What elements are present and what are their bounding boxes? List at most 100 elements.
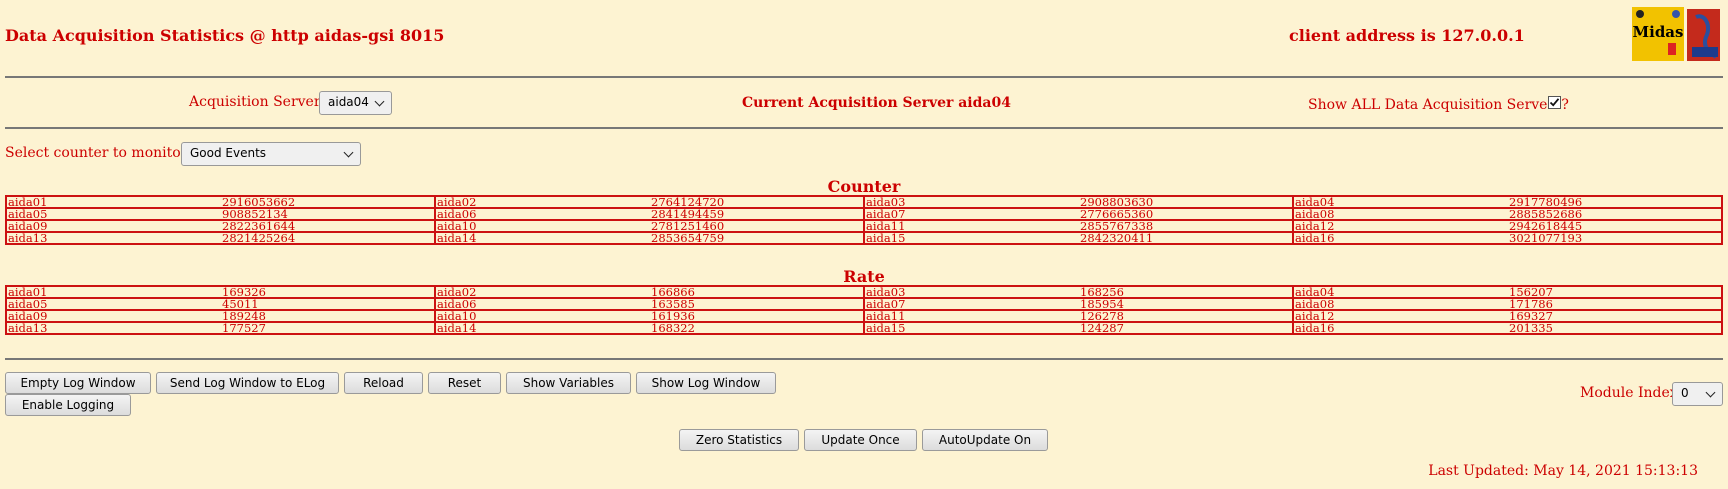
value-cell: 2842320411 [1079,231,1294,245]
counter-section-title: Counter [827,177,901,196]
client-address: client address is 127.0.0.1 [1289,26,1525,45]
value-cell: 2855767338 [1079,219,1294,233]
chevron-down-icon [343,147,354,158]
last-updated: Last Updated: May 14, 2021 15:13:13 [1428,463,1698,479]
value-cell: 169327 [1508,309,1723,323]
server-name-cell: aida07 [863,207,1079,221]
value-cell: 2916053662 [221,195,436,209]
server-name-cell: aida06 [434,207,650,221]
show-log-window-button[interactable]: Show Log Window [636,372,776,394]
server-name-cell: aida10 [434,219,650,233]
server-name-cell: aida07 [863,297,1079,311]
value-cell: 45011 [221,297,436,311]
server-name-cell: aida13 [5,231,221,245]
table-row: aida09 2822361644 aida10 2781251460 aida11 28… [5,219,1723,233]
send-log-to-elog-button[interactable]: Send Log Window to ELog [156,372,339,394]
svg-text:Midas: Midas [1633,23,1684,41]
server-name-cell: aida11 [863,309,1079,323]
table-row: aida05 45011 aida06 163585 aida07 185954 aida0… [5,297,1723,311]
value-cell: 169326 [221,285,436,299]
acquisition-servers-label: Acquisition Servers [189,94,328,110]
acquisition-server-select[interactable]: aida04 [319,91,392,115]
value-cell: 156207 [1508,285,1723,299]
counter-select[interactable]: Good Events [181,142,361,166]
chevron-down-icon [374,96,385,107]
value-cell: 2917780496 [1508,195,1723,209]
server-name-cell: aida08 [1292,297,1508,311]
server-name-cell: aida13 [5,321,221,335]
zero-statistics-button[interactable]: Zero Statistics [679,429,799,451]
server-name-cell: aida04 [1292,195,1508,209]
table-row: aida05 908852134 aida06 2841494459 aida07 277… [5,207,1723,221]
value-cell: 124287 [1079,321,1294,335]
value-cell: 168256 [1079,285,1294,299]
reset-button[interactable]: Reset [428,372,501,394]
counter-select-label: Select counter to monitor [5,145,188,161]
server-name-cell: aida16 [1292,231,1508,245]
reload-button[interactable]: Reload [344,372,423,394]
update-once-button[interactable]: Update Once [804,429,917,451]
checkmark-icon [1549,98,1560,107]
value-cell: 171786 [1508,297,1723,311]
server-name-cell: aida04 [1292,285,1508,299]
value-cell: 3021077193 [1508,231,1723,245]
show-all-servers-checkbox[interactable] [1548,96,1561,109]
server-name-cell: aida03 [863,195,1079,209]
rate-section-title: Rate [843,267,885,286]
divider [5,76,1723,78]
empty-log-window-button[interactable]: Empty Log Window [5,372,151,394]
module-index-select[interactable]: 0 [1672,382,1723,406]
server-name-cell: aida10 [434,309,650,323]
rate-table: aida01 169326 aida02 166866 aida03 168256 aida… [5,285,1723,335]
autoupdate-button[interactable]: AutoUpdate On [922,429,1048,451]
server-name-cell: aida08 [1292,207,1508,221]
value-cell: 168322 [650,321,865,335]
server-name-cell: aida06 [434,297,650,311]
value-cell: 166866 [650,285,865,299]
value-cell: 2776665360 [1079,207,1294,221]
table-row: aida01 2916053662 aida02 2764124720 aida03 29… [5,195,1723,209]
value-cell: 2781251460 [650,219,865,233]
table-row: aida13 2821425264 aida14 2853654759 aida15 28… [5,231,1723,245]
server-name-cell: aida01 [5,285,221,299]
midas-logo: Midas [1632,7,1722,63]
counter-table: aida01 2916053662 aida02 2764124720 aida03 29… [5,195,1723,245]
acquisition-server-value: aida04 [328,95,369,109]
table-row: aida09 189248 aida10 161936 aida11 126278 aida… [5,309,1723,323]
server-name-cell: aida05 [5,207,221,221]
server-name-cell: aida03 [863,285,1079,299]
module-index-label: Module Index [1580,385,1678,401]
server-name-cell: aida15 [863,321,1079,335]
enable-logging-button[interactable]: Enable Logging [5,394,131,416]
divider [5,358,1723,360]
value-cell: 161936 [650,309,865,323]
server-name-cell: aida05 [5,297,221,311]
value-cell: 2821425264 [221,231,436,245]
page-title: Data Acquisition Statistics @ http aidas… [5,26,445,45]
server-name-cell: aida16 [1292,321,1508,335]
server-name-cell: aida14 [434,231,650,245]
chevron-down-icon [1705,387,1716,398]
server-name-cell: aida11 [863,219,1079,233]
value-cell: 2908803630 [1079,195,1294,209]
value-cell: 201335 [1508,321,1723,335]
server-name-cell: aida09 [5,219,221,233]
value-cell: 2885852686 [1508,207,1723,221]
server-name-cell: aida01 [5,195,221,209]
value-cell: 2822361644 [221,219,436,233]
value-cell: 185954 [1079,297,1294,311]
module-index-value: 0 [1681,386,1689,400]
show-variables-button[interactable]: Show Variables [506,372,631,394]
table-row: aida13 177527 aida14 168322 aida15 124287 aida… [5,321,1723,335]
value-cell: 2841494459 [650,207,865,221]
value-cell: 2764124720 [650,195,865,209]
value-cell: 189248 [221,309,436,323]
server-name-cell: aida12 [1292,219,1508,233]
table-row: aida01 169326 aida02 166866 aida03 168256 aida… [5,285,1723,299]
server-name-cell: aida15 [863,231,1079,245]
value-cell: 908852134 [221,207,436,221]
value-cell: 126278 [1079,309,1294,323]
server-name-cell: aida12 [1292,309,1508,323]
current-server-label: Current Acquisition Server aida04 [742,95,1011,111]
show-all-servers-label: Show ALL Data Acquisition Servers? [1308,97,1569,113]
